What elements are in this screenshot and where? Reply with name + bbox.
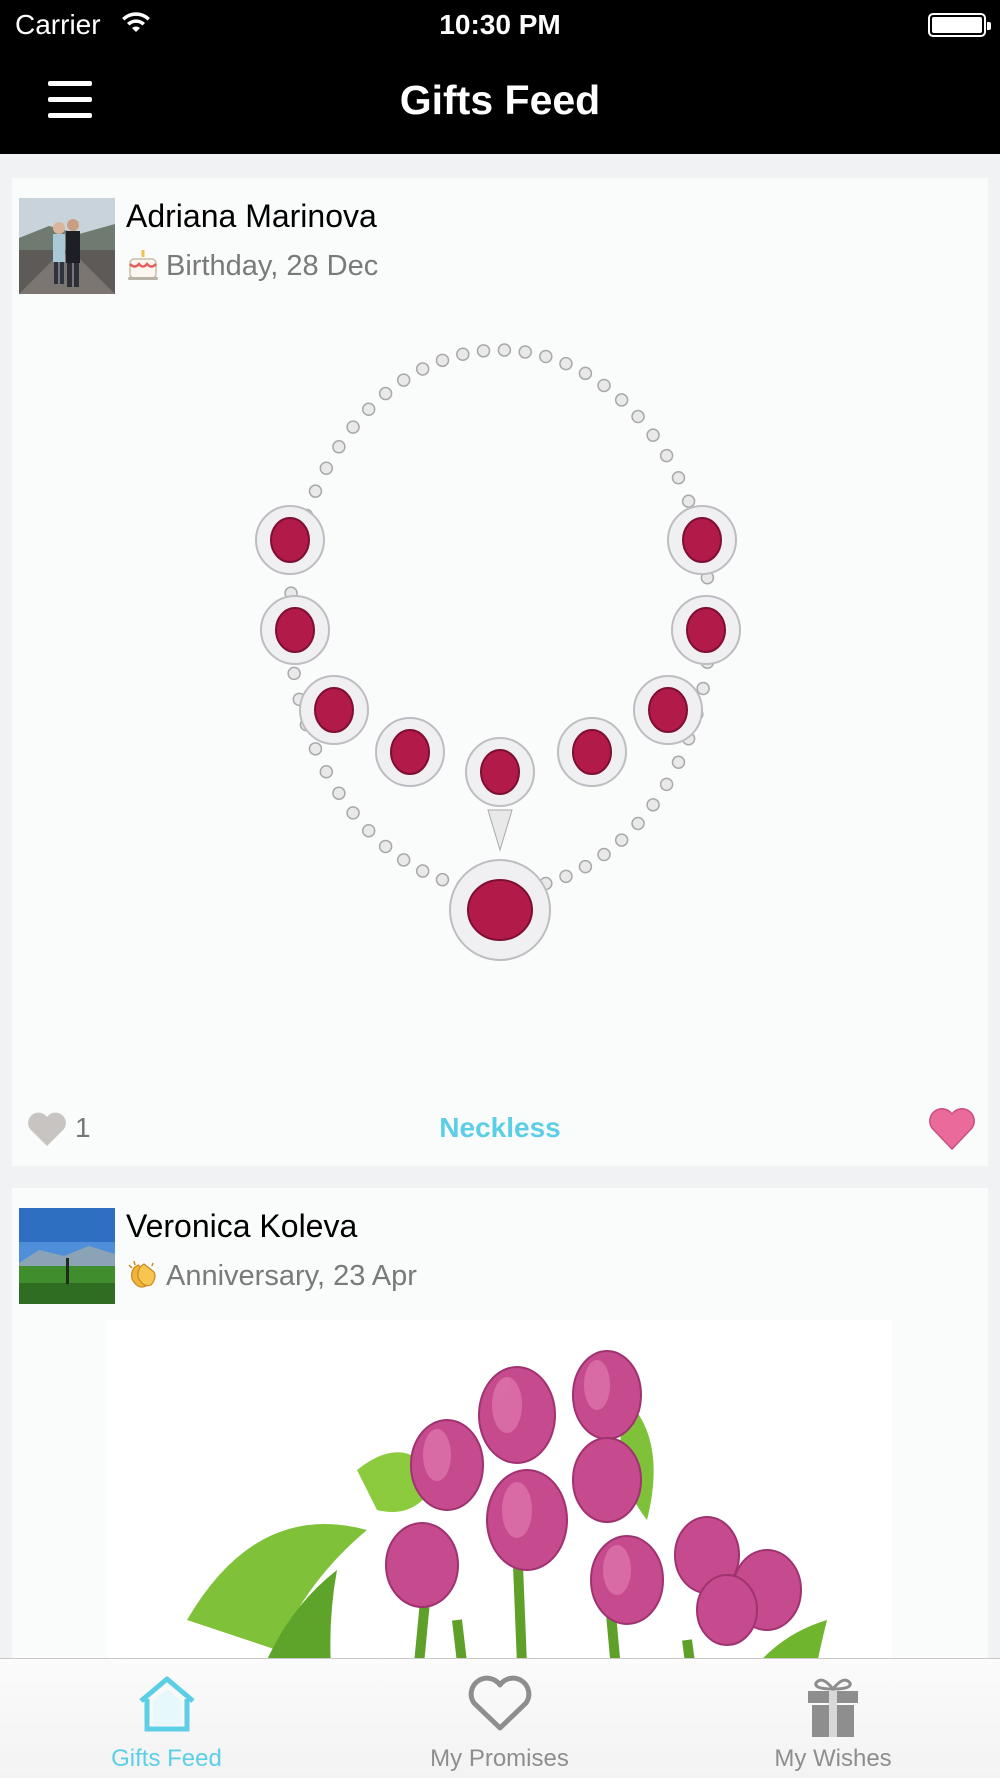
gift-title[interactable]: Neckless [12, 1112, 988, 1144]
occasion-text: Birthday, 28 Dec [166, 250, 379, 282]
navigation-bar: Gifts Feed [0, 62, 1000, 142]
avatar[interactable] [19, 1208, 115, 1304]
feed-card: Adriana Marinova Birthday, 28 Dec 1 Neck… [12, 178, 988, 1166]
promise-heart-icon[interactable] [928, 1106, 976, 1152]
birthday-cake-icon [128, 250, 158, 280]
tab-my-promises[interactable]: My Promises [333, 1659, 666, 1778]
tab-label: Gifts Feed [111, 1745, 222, 1772]
gift-image-tulips[interactable] [107, 1320, 892, 1658]
tab-label: My Promises [430, 1745, 569, 1772]
status-bar: Carrier 10:30 PM [0, 0, 1000, 50]
tab-my-wishes[interactable]: My Wishes [666, 1659, 1000, 1778]
clapping-hands-icon [128, 1260, 156, 1288]
user-name[interactable]: Veronica Koleva [126, 1208, 357, 1245]
gifts-feed[interactable]: Adriana Marinova Birthday, 28 Dec 1 Neck… [0, 178, 1000, 1658]
heart-outline-icon [468, 1675, 531, 1731]
clock: 10:30 PM [439, 9, 561, 40]
occasion-text: Anniversary, 23 Apr [166, 1260, 417, 1292]
occasion-line: Anniversary, 23 Apr [126, 1259, 417, 1293]
battery-icon [928, 13, 991, 37]
gift-icon [808, 1678, 858, 1737]
user-name[interactable]: Adriana Marinova [126, 198, 377, 235]
avatar[interactable] [19, 198, 115, 294]
home-icon [138, 1676, 195, 1732]
gift-image-necklace[interactable] [12, 310, 988, 1090]
tab-label: My Wishes [774, 1745, 892, 1772]
card-actions: 1 Neckless [12, 1088, 988, 1158]
feed-card: Veronica Koleva Anniversary, 23 Apr [12, 1188, 988, 1658]
tab-bar: Gifts Feed My Promises My Wishes [0, 1658, 1000, 1778]
page-title: Gifts Feed [399, 77, 601, 123]
tab-gifts-feed[interactable]: Gifts Feed [0, 1659, 333, 1778]
top-bar: Carrier 10:30 PM Gifts Feed [0, 0, 1000, 154]
occasion-line: Birthday, 28 Dec [126, 249, 378, 283]
